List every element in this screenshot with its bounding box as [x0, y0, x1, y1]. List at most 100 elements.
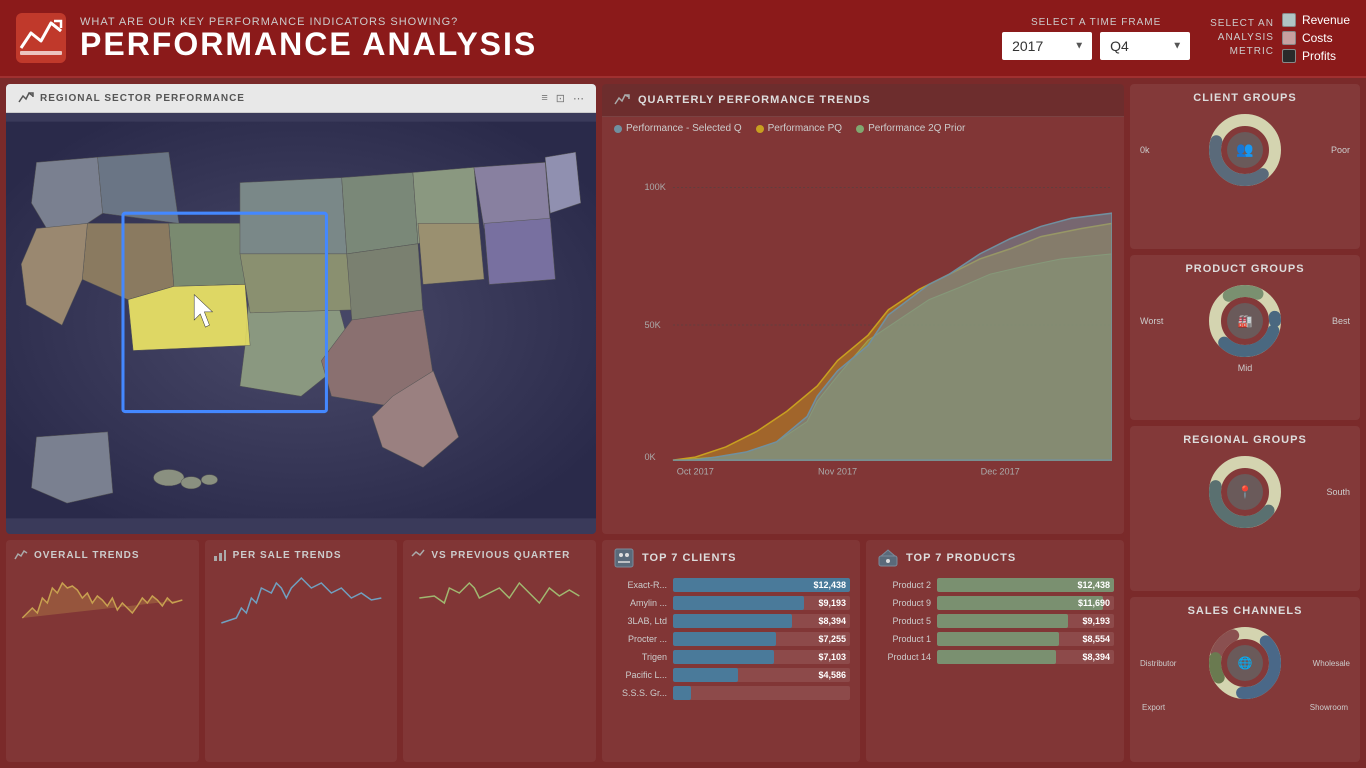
client-bar-5: $4,586: [673, 668, 850, 682]
product-groups-donut-wrapper: Worst 🏭 Best: [1138, 281, 1352, 361]
map-title: REGIONAL SECTOR PERFORMANCE: [40, 93, 245, 104]
sales-channels-title: SALES CHANNELS: [1188, 605, 1303, 617]
header-controls: SELECT A TIME FRAME 2015 2016 2017 2018 …: [1002, 13, 1350, 63]
overall-trends-icon: [14, 548, 28, 562]
client-row-4: Trigen $7,103: [602, 648, 860, 666]
title-block: WHAT ARE OUR KEY PERFORMANCE INDICATORS …: [80, 16, 1002, 60]
regional-groups-panel: REGIONAL GROUPS 📍 South: [1130, 426, 1360, 591]
sales-channels-label-wholesale: Wholesale: [1313, 659, 1350, 668]
client-groups-panel: CLIENT GROUPS 0k 👥 Poor: [1130, 84, 1360, 249]
top-clients-header: TOP 7 CLIENTS: [602, 540, 860, 576]
map-icon-more[interactable]: ⋯: [573, 92, 584, 105]
legend-2q: Performance 2Q Prior: [856, 123, 965, 134]
client-name-2: 3LAB, Ltd: [612, 616, 667, 626]
map-icon-left: REGIONAL SECTOR PERFORMANCE: [18, 90, 245, 106]
sales-channels-donut: 🌐: [1205, 623, 1285, 703]
dropdowns: 2015 2016 2017 2018 Q1 Q2 Q3 Q4: [1002, 32, 1190, 60]
per-sale-trends-title: PER SALE TRENDS: [213, 548, 390, 562]
map-icon-expand[interactable]: ⊡: [556, 92, 565, 105]
product-bar-4: $8,394: [937, 650, 1114, 664]
svg-text:🏭: 🏭: [1238, 314, 1253, 328]
client-value-0: $12,438: [813, 580, 846, 590]
client-value-3: $7,255: [818, 634, 846, 644]
revenue-label: Revenue: [1302, 13, 1350, 27]
products-icon: [878, 548, 898, 568]
svg-text:📍: 📍: [1238, 485, 1253, 499]
costs-label: Costs: [1302, 31, 1333, 45]
product-groups-label-mid: Mid: [1238, 363, 1253, 373]
product-groups-donut: 🏭: [1205, 281, 1285, 361]
product-groups-panel: PRODUCT GROUPS Worst 🏭 Best Mid: [1130, 255, 1360, 420]
legend-label-2q: Performance 2Q Prior: [868, 123, 965, 134]
sales-channels-donut-wrapper: Distributor 🌐 Wholesale: [1138, 623, 1352, 703]
header: WHAT ARE OUR KEY PERFORMANCE INDICATORS …: [0, 0, 1366, 78]
quarterly-panel: QUARTERLY PERFORMANCE TRENDS Performance…: [602, 84, 1124, 534]
analysis-label-line1: SELECT AN: [1210, 17, 1274, 31]
costs-box: [1282, 31, 1296, 45]
legend-selected-q: Performance - Selected Q: [614, 123, 742, 134]
regional-groups-donut-wrapper: 📍 South: [1138, 452, 1352, 532]
client-fill-2: [673, 614, 792, 628]
product-name-3: Product 1: [876, 634, 931, 644]
quarterly-header: QUARTERLY PERFORMANCE TRENDS: [602, 84, 1124, 117]
regional-groups-title: REGIONAL GROUPS: [1183, 434, 1307, 446]
svg-text:50K: 50K: [644, 320, 660, 330]
client-row-1: Amylin ... $9,193: [602, 594, 860, 612]
vs-previous-panel: VS PREVIOUS QUARTER: [403, 540, 596, 762]
analysis-metric-block: SELECT AN ANALYSIS METRIC Revenue Costs …: [1210, 13, 1350, 63]
analysis-label-line2: ANALYSIS: [1210, 31, 1274, 45]
legend-dot-pq: [756, 125, 764, 133]
legend-pq: Performance PQ: [756, 123, 842, 134]
client-bar-3: $7,255: [673, 632, 850, 646]
quarter-dropdown[interactable]: Q1 Q2 Q3 Q4: [1100, 32, 1190, 60]
vs-previous-icon: [411, 548, 425, 562]
client-value-2: $8,394: [818, 616, 846, 626]
bottom-center: TOP 7 CLIENTS Exact-R... $12,438 Amylin …: [602, 540, 1124, 762]
client-row-2: 3LAB, Ltd $8,394: [602, 612, 860, 630]
overall-trends-sparkline: [14, 568, 191, 628]
quarter-dropdown-wrapper[interactable]: Q1 Q2 Q3 Q4: [1100, 32, 1190, 60]
client-fill-4: [673, 650, 774, 664]
client-row-3: Procter ... $7,255: [602, 630, 860, 648]
year-dropdown[interactable]: 2015 2016 2017 2018: [1002, 32, 1092, 60]
product-name-4: Product 14: [876, 652, 931, 662]
product-fill-3: [937, 632, 1059, 646]
svg-text:Nov 2017: Nov 2017: [818, 466, 857, 476]
client-name-3: Procter ...: [612, 634, 667, 644]
product-row-1: Product 9 $11,690: [866, 594, 1124, 612]
sales-channels-panel: SALES CHANNELS Distributor 🌐 Wholesale E…: [1130, 597, 1360, 762]
client-fill-6: [673, 686, 691, 700]
header-title: PERFORMANCE ANALYSIS: [80, 28, 1002, 60]
year-dropdown-wrapper[interactable]: 2015 2016 2017 2018: [1002, 32, 1092, 60]
product-groups-title: PRODUCT GROUPS: [1185, 263, 1304, 275]
quarterly-legend: Performance - Selected Q Performance PQ …: [602, 117, 1124, 140]
svg-text:0K: 0K: [644, 452, 655, 462]
client-groups-label-left: 0k: [1140, 145, 1150, 155]
client-name-1: Amylin ...: [612, 598, 667, 608]
performance-icon: [16, 13, 66, 63]
metric-costs[interactable]: Costs: [1282, 31, 1350, 45]
legend-label-selected: Performance - Selected Q: [626, 123, 742, 134]
client-name-4: Trigen: [612, 652, 667, 662]
client-bar-0: $12,438: [673, 578, 850, 592]
product-groups-label-left: Worst: [1140, 316, 1163, 326]
svg-text:👥: 👥: [1236, 141, 1253, 158]
metric-legend: Revenue Costs Profits: [1282, 13, 1350, 63]
product-row-4: Product 14 $8,394: [866, 648, 1124, 666]
map-panel: REGIONAL SECTOR PERFORMANCE ≡ ⊡ ⋯: [6, 84, 596, 534]
svg-text:Dec 2017: Dec 2017: [981, 466, 1020, 476]
product-value-2: $9,193: [1082, 616, 1110, 626]
svg-text:100K: 100K: [644, 182, 665, 192]
client-name-0: Exact-R...: [612, 580, 667, 590]
sales-channels-bottom-labels: Export Showroom: [1138, 703, 1352, 712]
analysis-label-line3: METRIC: [1210, 45, 1274, 59]
map-area: [6, 113, 596, 527]
client-bar-1: $9,193: [673, 596, 850, 610]
regional-groups-label-right: South: [1326, 487, 1350, 497]
right-panel: CLIENT GROUPS 0k 👥 Poor PRODUCT GROUPS W…: [1130, 84, 1360, 762]
product-value-4: $8,394: [1082, 652, 1110, 662]
metric-revenue[interactable]: Revenue: [1282, 13, 1350, 27]
product-row-2: Product 5 $9,193: [866, 612, 1124, 630]
metric-profits[interactable]: Profits: [1282, 49, 1350, 63]
map-icon-lines[interactable]: ≡: [541, 92, 547, 105]
